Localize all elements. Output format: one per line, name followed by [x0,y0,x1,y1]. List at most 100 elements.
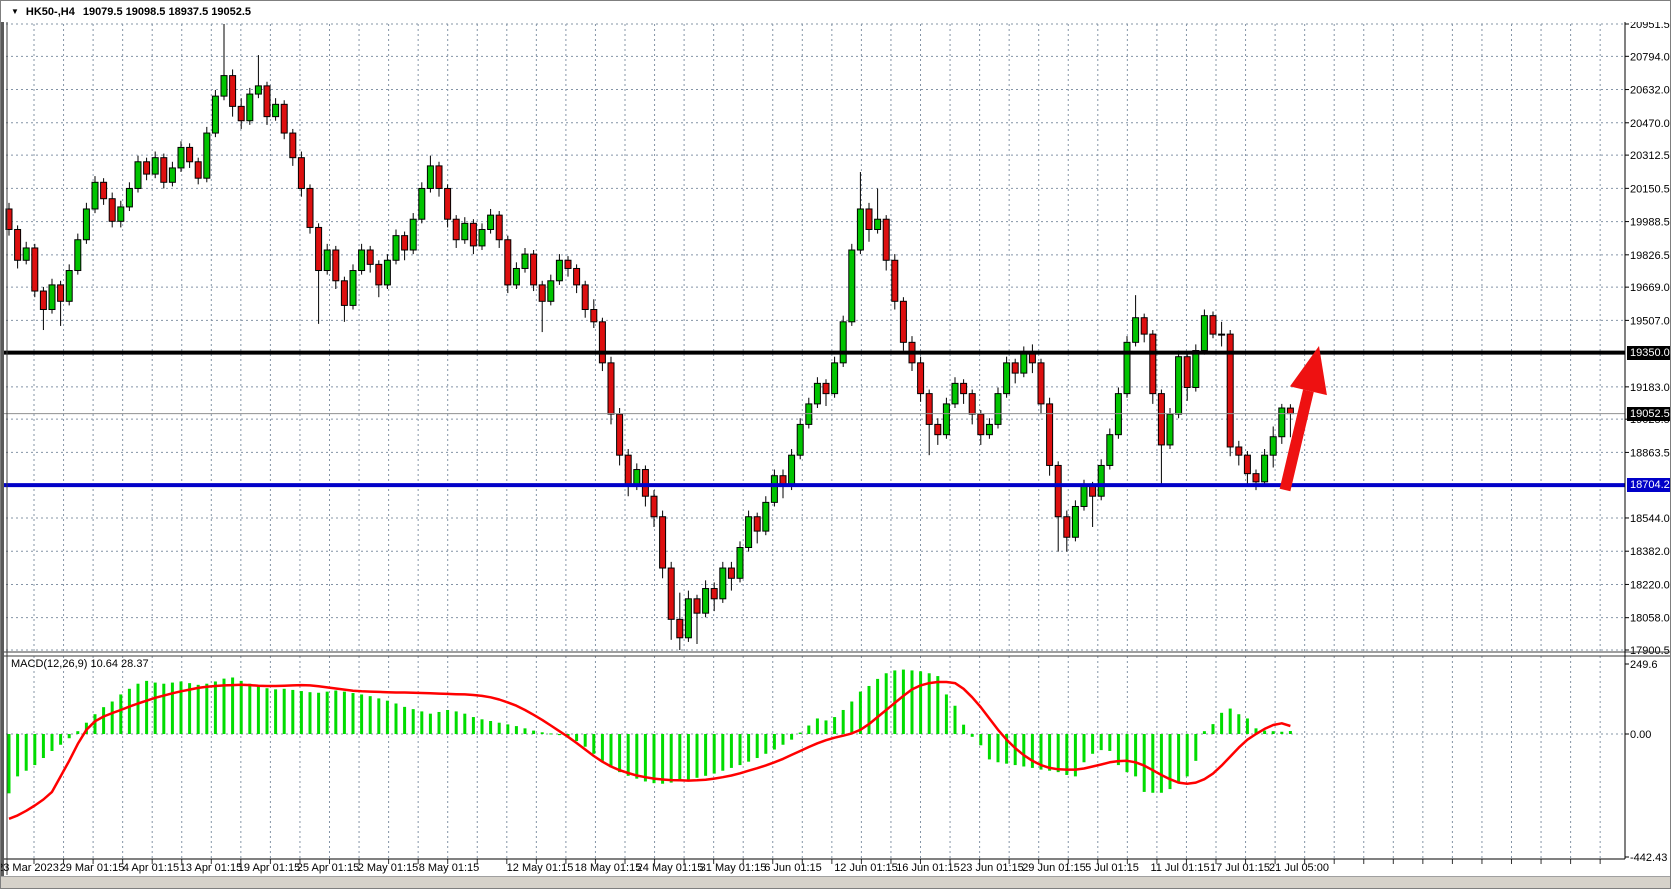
price-axis-label: 20794.0 [1630,51,1670,63]
candle [109,193,115,228]
time-axis-label: 11 Jul 01:15 [1150,862,1209,874]
macd-histogram-bar [16,734,19,776]
macd-histogram-bar [1186,734,1189,776]
macd-histogram-bar [1246,718,1249,734]
candle [797,418,803,459]
macd-histogram-bar [704,734,707,776]
candle [1262,449,1268,486]
candle [436,162,442,197]
candle [488,209,494,234]
candle [737,541,743,582]
candle [359,244,365,275]
price-axis-label: 19826.5 [1630,250,1670,262]
macd-histogram-bar [868,686,871,734]
macd-histogram-bar [885,673,888,734]
macd-histogram-bar [601,734,604,761]
macd-histogram-bar [1272,731,1275,734]
macd-histogram-bar [395,703,398,734]
macd-histogram-bar [429,714,432,734]
macd-histogram-bar [420,711,423,734]
macd-histogram-bar [326,692,329,734]
macd-histogram-bar [94,714,97,734]
macd-histogram-bar [369,696,372,734]
macd-histogram-bar [8,734,11,793]
macd-histogram-bar [360,694,363,734]
candle [685,591,691,642]
macd-histogram-bar [68,734,71,738]
macd-histogram-bar [876,679,879,734]
candle [746,511,752,552]
macd-histogram-bar [171,683,174,734]
macd-histogram-bar [1160,734,1163,793]
macd-histogram-bar [850,702,853,734]
macd-histogram-bar [1151,734,1154,793]
candle [83,203,89,244]
macd-histogram-bar [248,684,251,734]
candle [694,595,700,644]
time-axis-label: 12 Jun 01:15 [834,862,898,874]
candle [1176,351,1182,419]
candle [212,90,218,137]
candle [402,232,408,261]
macd-histogram-bar [1031,734,1034,768]
candle [238,98,244,129]
time-axis-label: 12 May 01:15 [507,862,574,874]
macd-histogram-bar [412,709,415,734]
macd-histogram-bar [1057,734,1060,772]
time-axis-label: 17 Jul 01:15 [1210,862,1270,874]
macd-histogram-bar [730,734,733,768]
macd-histogram-bar [911,670,914,734]
candle [341,277,347,322]
candle [728,562,734,591]
candle [1124,336,1130,398]
candle [23,242,29,265]
candle [866,203,872,242]
time-axis-label: 29 Jun 01:15 [1022,862,1086,874]
macd-histogram-bar [25,734,28,771]
candle [453,215,459,248]
chart-canvas[interactable]: 20951.520794.020632.020470.020312.520150… [1,1,1671,889]
candle [814,377,820,408]
current-price-badge: 19052.5 [1627,407,1671,421]
candle [1029,344,1035,373]
candle [986,418,992,439]
macd-histogram-bar [627,734,630,776]
macd-histogram-bar [145,681,148,734]
price-axis-label: 19669.0 [1630,282,1670,294]
candles-layer [6,24,1293,650]
candle [582,281,588,318]
macd-histogram-bar [988,734,991,759]
macd-histogram-bar [816,718,819,734]
candle [273,98,279,121]
candle [513,262,519,289]
price-axis-label: 20312.5 [1630,150,1670,162]
macd-histogram-bar [764,734,767,754]
macd-histogram-bar [137,684,140,734]
candle [178,141,184,172]
time-axis-label: 18 May 01:15 [575,862,642,874]
candle [384,254,390,289]
macd-histogram-bar [463,714,466,734]
macd-histogram-bar [610,734,613,767]
macd-axis-label: 0.00 [1630,729,1651,741]
macd-histogram-bar [154,683,157,734]
candle [410,213,416,254]
candle [255,55,261,98]
candle [281,100,287,139]
chart-menu-dropdown-icon[interactable]: ▼ [11,7,19,16]
macd-histogram-bar [317,693,320,734]
candle [849,244,855,326]
candle [677,593,683,650]
time-axis-label: 24 May 01:15 [637,862,704,874]
candle [720,562,726,603]
chart-titlebar: ▼ HK50-,H4 19079.5 19098.5 18937.5 19052… [1,1,1670,22]
macd-histogram-bar [197,685,200,734]
macd-histogram-bar [825,720,828,734]
candle [1064,511,1070,552]
macd-histogram-bar [334,690,337,734]
candle [1219,322,1225,347]
candle [1141,314,1147,343]
macd-histogram-bar [713,734,716,774]
candle [1167,408,1173,449]
candle [470,219,476,254]
